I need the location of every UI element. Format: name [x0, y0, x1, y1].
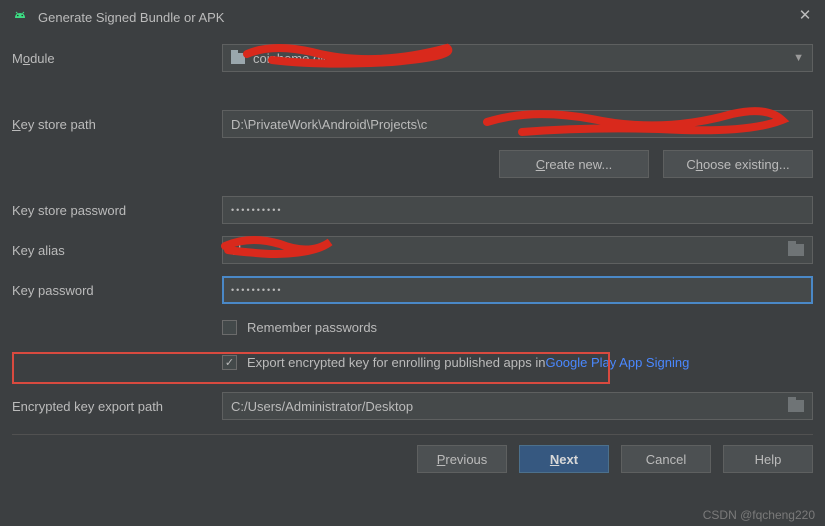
row-key-alias: Key alias olc [12, 236, 813, 264]
keystore-path-field[interactable]: D:\PrivateWork\Android\Projects\c [222, 110, 813, 138]
browse-alias-icon[interactable] [788, 244, 804, 256]
label-keystore-path: Key store path [12, 117, 222, 132]
next-button[interactable]: Next [519, 445, 609, 473]
key-alias-value: olc [231, 243, 248, 258]
choose-existing-button[interactable]: Choose existing... [663, 150, 813, 178]
row-export-path: Encrypted key export path C:/Users/Admin… [12, 392, 813, 420]
close-icon[interactable]: ✕ [797, 9, 813, 25]
remember-passwords-label: Remember passwords [247, 320, 377, 335]
previous-button[interactable]: Previous [417, 445, 507, 473]
label-key-password: Key password [12, 283, 222, 298]
label-key-alias: Key alias [12, 243, 222, 258]
help-button[interactable]: Help [723, 445, 813, 473]
export-key-label: Export encrypted key for enrolling publi… [247, 355, 545, 370]
keystore-actions: Create new... Choose existing... [12, 150, 813, 178]
module-value: coinhome oid.app [253, 51, 356, 66]
google-play-signing-link[interactable]: Google Play App Signing [545, 355, 689, 370]
checks-block: Remember passwords Export encrypted key … [12, 316, 813, 374]
label-keystore-password: Key store password [12, 203, 222, 218]
module-dropdown[interactable]: coinhome oid.app ▼ [222, 44, 813, 72]
chevron-down-icon: ▼ [793, 52, 804, 64]
keystore-path-value: D:\PrivateWork\Android\Projects\c [231, 117, 427, 132]
row-module: Module coinhome oid.app ▼ [12, 44, 813, 72]
android-icon [12, 9, 28, 25]
export-path-field[interactable]: C:/Users/Administrator/Desktop [222, 392, 813, 420]
keystore-password-value: •••••••••• [231, 205, 283, 215]
key-password-value: •••••••••• [231, 285, 283, 295]
create-new-button[interactable]: Create new... [499, 150, 649, 178]
keystore-password-field[interactable]: •••••••••• [222, 196, 813, 224]
watermark: CSDN @fqcheng220 [703, 508, 815, 522]
window-title: Generate Signed Bundle or APK [38, 10, 224, 25]
row-keystore-path: Key store path D:\PrivateWork\Android\Pr… [12, 110, 813, 138]
label-export-path: Encrypted key export path [12, 399, 222, 414]
export-key-checkbox[interactable] [222, 355, 237, 370]
key-alias-field[interactable]: olc [222, 236, 813, 264]
remember-passwords-checkbox[interactable] [222, 320, 237, 335]
label-module: Module [12, 51, 222, 66]
remember-passwords-row: Remember passwords [222, 316, 813, 339]
folder-icon [231, 53, 245, 64]
form-area: Module coinhome oid.app ▼ Key store path… [0, 34, 825, 420]
export-key-row: Export encrypted key for enrolling publi… [222, 351, 813, 374]
export-path-value: C:/Users/Administrator/Desktop [231, 399, 413, 414]
cancel-button[interactable]: Cancel [621, 445, 711, 473]
row-keystore-password: Key store password •••••••••• [12, 196, 813, 224]
key-password-field[interactable]: •••••••••• [222, 276, 813, 304]
browse-export-icon[interactable] [788, 400, 804, 412]
footer: Previous Next Cancel Help [0, 435, 825, 483]
titlebar: Generate Signed Bundle or APK ✕ [0, 0, 825, 34]
row-key-password: Key password •••••••••• [12, 276, 813, 304]
